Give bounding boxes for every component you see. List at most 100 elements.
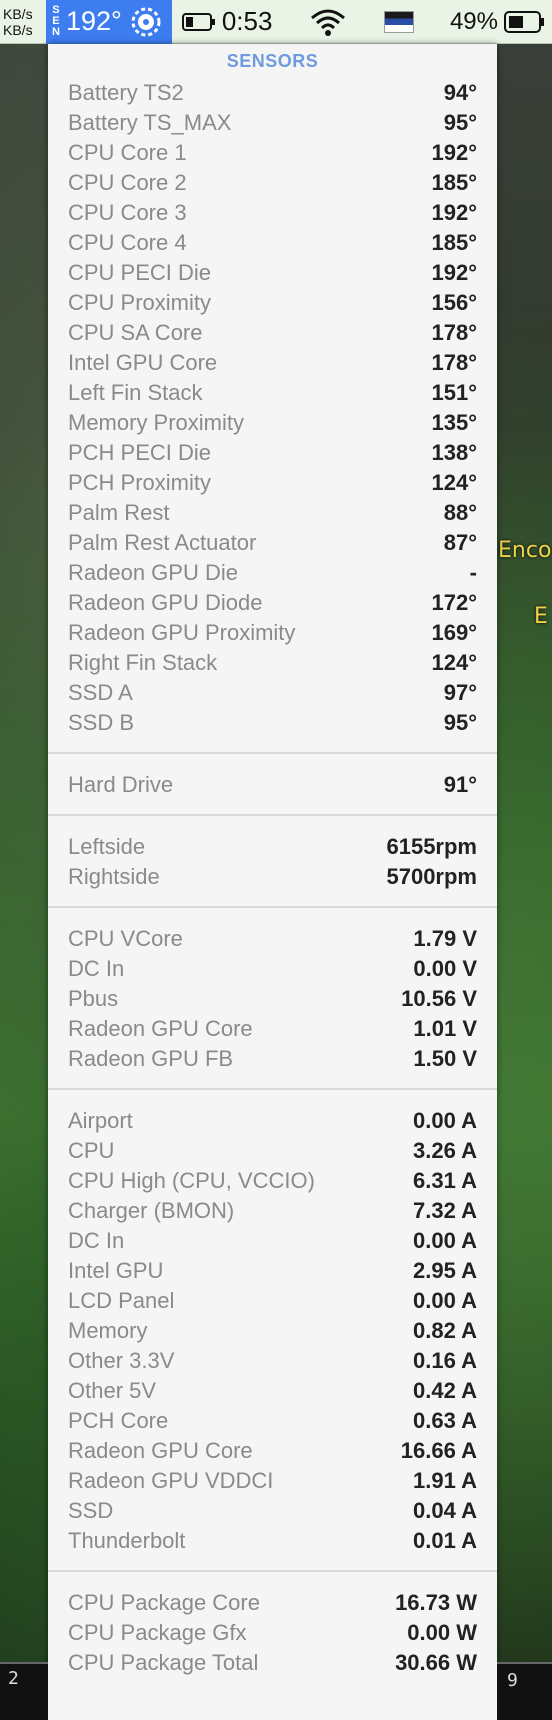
sensor-label: Radeon GPU Core bbox=[68, 1016, 253, 1041]
sensor-row[interactable]: CPU 3.26 A bbox=[68, 1136, 477, 1166]
sensor-sections: Battery TS2 94° Battery TS_MAX 95° CPU Core … bbox=[48, 78, 497, 1678]
sensor-row[interactable]: CPU Proximity 156° bbox=[68, 288, 477, 318]
sensor-row[interactable]: Other 5V 0.42 A bbox=[68, 1376, 477, 1406]
clock-group[interactable]: 0:53 bbox=[181, 6, 272, 37]
sensor-row[interactable]: Hard Drive 91° bbox=[68, 770, 477, 800]
dock-fragment-right: 9 bbox=[497, 1662, 552, 1720]
battery-status[interactable]: 49% bbox=[450, 8, 546, 36]
sensor-row[interactable]: CPU PECI Die 192° bbox=[68, 258, 477, 288]
sensor-label: CPU Package Total bbox=[68, 1650, 259, 1675]
sensor-row[interactable]: CPU VCore 1.79 V bbox=[68, 924, 477, 954]
sensor-section: Hard Drive 91° bbox=[48, 770, 497, 800]
sensor-row[interactable]: Memory Proximity 135° bbox=[68, 408, 477, 438]
sensor-row[interactable]: PCH PECI Die 138° bbox=[68, 438, 477, 468]
sensor-label: Hard Drive bbox=[68, 772, 174, 797]
sensor-row[interactable]: Other 3.3V 0.16 A bbox=[68, 1346, 477, 1376]
sensor-value: 0.00 A bbox=[412, 1108, 477, 1133]
sensor-row[interactable]: Radeon GPU FB 1.50 V bbox=[68, 1044, 477, 1074]
sensor-value: 185° bbox=[431, 170, 477, 195]
sensor-row[interactable]: Rightside 5700rpm bbox=[68, 862, 477, 892]
sensor-label: CPU bbox=[68, 1138, 115, 1163]
sensor-section: Airport 0.00 A CPU 3.26 A CPU High (CPU, VCC… bbox=[48, 1106, 497, 1556]
sensor-row[interactable]: CPU Package Gfx 0.00 W bbox=[68, 1618, 477, 1648]
wifi-icon[interactable] bbox=[308, 6, 348, 38]
sensor-label: SSD B bbox=[68, 710, 135, 735]
sensor-row[interactable]: CPU Core 4 185° bbox=[68, 228, 477, 258]
sensor-value: 2.95 A bbox=[412, 1258, 477, 1283]
sensor-row[interactable]: CPU Core 3 192° bbox=[68, 198, 477, 228]
sensor-row[interactable]: CPU SA Core 178° bbox=[68, 318, 477, 348]
sensor-row[interactable]: Thunderbolt 0.01 A bbox=[68, 1526, 477, 1556]
sensor-value: 5700rpm bbox=[386, 864, 477, 889]
sensor-temperature: 192° bbox=[65, 6, 122, 36]
sensor-row[interactable]: Radeon GPU VDDCI 1.91 A bbox=[68, 1466, 477, 1496]
sensor-row[interactable]: SSD 0.04 A bbox=[68, 1496, 477, 1526]
sensor-value: 185° bbox=[431, 230, 477, 255]
sensor-row[interactable]: LCD Panel 0.00 A bbox=[68, 1286, 477, 1316]
sensor-label: Other 5V bbox=[68, 1378, 157, 1403]
sensor-label: Right Fin Stack bbox=[68, 650, 218, 675]
sensor-value: 192° bbox=[431, 200, 477, 225]
sensor-value: 16.73 W bbox=[395, 1590, 477, 1615]
sensor-value: 0.04 A bbox=[412, 1498, 477, 1523]
sensor-row[interactable]: DC In 0.00 V bbox=[68, 954, 477, 984]
sensor-value: 6155rpm bbox=[386, 834, 477, 859]
net-download-label: KB/s bbox=[3, 21, 33, 38]
sensor-row[interactable]: Radeon GPU Core 16.66 A bbox=[68, 1436, 477, 1466]
sensor-row[interactable]: SSD B 95° bbox=[68, 708, 477, 738]
sensor-row[interactable]: Battery TS_MAX 95° bbox=[68, 108, 477, 138]
network-speed-indicator[interactable]: KB/s KB/s bbox=[0, 0, 46, 44]
sensor-row[interactable]: Radeon GPU Core 1.01 V bbox=[68, 1014, 477, 1044]
sensor-value: 91° bbox=[443, 772, 477, 797]
sensor-row[interactable]: Airport 0.00 A bbox=[68, 1106, 477, 1136]
sensor-label: Intel GPU bbox=[68, 1258, 164, 1283]
sensor-label: CPU SA Core bbox=[68, 320, 203, 345]
sensors-menu-item[interactable]: S E N 192° bbox=[46, 0, 172, 44]
sensor-row[interactable]: Charger (BMON) 7.32 A bbox=[68, 1196, 477, 1226]
sensor-row[interactable]: SSD A 97° bbox=[68, 678, 477, 708]
sensor-row[interactable]: Leftside 6155rpm bbox=[68, 832, 477, 862]
sensor-row[interactable]: PCH Core 0.63 A bbox=[68, 1406, 477, 1436]
sensor-row[interactable]: Left Fin Stack 151° bbox=[68, 378, 477, 408]
sensor-row[interactable]: Palm Rest Actuator 87° bbox=[68, 528, 477, 558]
sensor-row[interactable]: CPU High (CPU, VCCIO) 6.31 A bbox=[68, 1166, 477, 1196]
sensor-row[interactable]: Radeon GPU Proximity 169° bbox=[68, 618, 477, 648]
battery-icon bbox=[504, 10, 544, 33]
sensor-row[interactable]: PCH Proximity 124° bbox=[68, 468, 477, 498]
sensor-row[interactable]: DC In 0.00 A bbox=[68, 1226, 477, 1256]
sensor-label: Charger (BMON) bbox=[68, 1198, 235, 1223]
sensor-label: CPU High (CPU, VCCIO) bbox=[68, 1168, 315, 1193]
section-divider bbox=[48, 906, 497, 908]
sensor-row[interactable]: CPU Package Total 30.66 W bbox=[68, 1648, 477, 1678]
sensor-value: 124° bbox=[431, 650, 477, 675]
sensor-row[interactable]: Memory 0.82 A bbox=[68, 1316, 477, 1346]
sensor-value: 156° bbox=[431, 290, 477, 315]
sensor-row[interactable]: Pbus 10.56 V bbox=[68, 984, 477, 1014]
sensor-label: Other 3.3V bbox=[68, 1348, 175, 1373]
sensor-row[interactable]: Intel GPU Core 178° bbox=[68, 348, 477, 378]
battery-small-icon bbox=[181, 12, 215, 31]
sensor-label: Radeon GPU Core bbox=[68, 1438, 253, 1463]
sensor-label: Radeon GPU FB bbox=[68, 1046, 234, 1071]
sensor-row[interactable]: CPU Core 2 185° bbox=[68, 168, 477, 198]
game-overlay-text: Enco bbox=[498, 538, 552, 563]
sensor-row[interactable]: Right Fin Stack 124° bbox=[68, 648, 477, 678]
sensor-label: CPU Core 4 bbox=[68, 230, 187, 255]
sensor-row[interactable]: Palm Rest 88° bbox=[68, 498, 477, 528]
sensor-row[interactable]: Battery TS2 94° bbox=[68, 78, 477, 108]
net-upload-label: KB/s bbox=[3, 5, 33, 22]
sensor-value: 0.42 A bbox=[412, 1378, 477, 1403]
sensor-label: Palm Rest bbox=[68, 500, 170, 525]
sensor-label: Battery TS_MAX bbox=[68, 110, 232, 135]
sensor-value: 178° bbox=[431, 350, 477, 375]
sensor-label: Thunderbolt bbox=[68, 1528, 186, 1553]
section-divider bbox=[48, 752, 497, 754]
sensor-row[interactable]: Radeon GPU Die - bbox=[68, 558, 477, 588]
sensor-row[interactable]: Radeon GPU Diode 172° bbox=[68, 588, 477, 618]
sensor-section: Battery TS2 94° Battery TS_MAX 95° CPU Core … bbox=[48, 78, 497, 738]
sensor-row[interactable]: CPU Core 1 192° bbox=[68, 138, 477, 168]
status-icons: 0:53 49% bbox=[172, 6, 552, 38]
input-source-flag-icon[interactable] bbox=[384, 10, 415, 33]
sensor-row[interactable]: CPU Package Core 16.73 W bbox=[68, 1588, 477, 1618]
sensor-row[interactable]: Intel GPU 2.95 A bbox=[68, 1256, 477, 1286]
